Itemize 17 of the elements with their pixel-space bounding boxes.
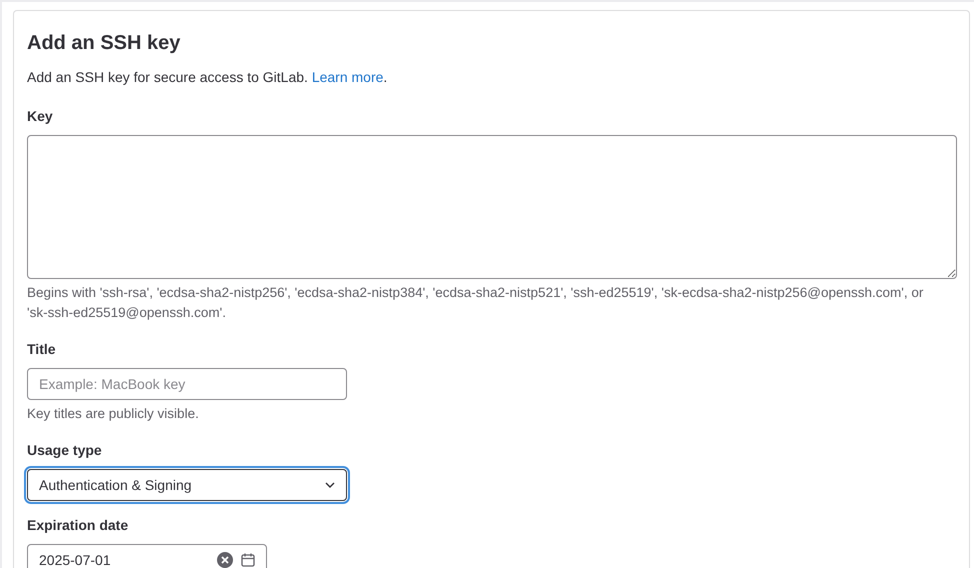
clear-icon[interactable] [217, 552, 233, 568]
title-input[interactable]: Example: MacBook key [27, 368, 347, 400]
select-value: Authentication & Signing [39, 476, 192, 495]
field-label: Key [27, 107, 54, 126]
description-text: Add an SSH key for secure access to GitLab. Learn more. [27, 68, 388, 87]
date-input[interactable]: 2025-07-01 [27, 544, 267, 568]
date-value: 2025-07-01 [39, 550, 111, 568]
learn-more-link[interactable]: Learn more [312, 69, 384, 85]
help-text: Key titles are publicly visible. [27, 405, 200, 423]
calendar-icon[interactable] [241, 553, 255, 567]
usage-type-select[interactable]: Authentication & Signing [27, 469, 347, 501]
field-label: Usage type [27, 441, 103, 460]
field-label: Expiration date [27, 516, 130, 535]
page-heading: Add an SSH key [27, 31, 182, 55]
help-text: Begins with 'ssh-rsa', 'ecdsa-sha2-nistp256', 'ecdsa-sha2-nistp384', 'ecdsa-sha2-nistp521', 'ssh-ed25519', 'sk-ecdsa-sha2-nistp256@openssh.com', or 'sk-ssh-ed25519@openssh.com'. [27, 284, 924, 322]
field-label: Title [27, 340, 57, 359]
chevron-down-icon [325, 482, 335, 488]
